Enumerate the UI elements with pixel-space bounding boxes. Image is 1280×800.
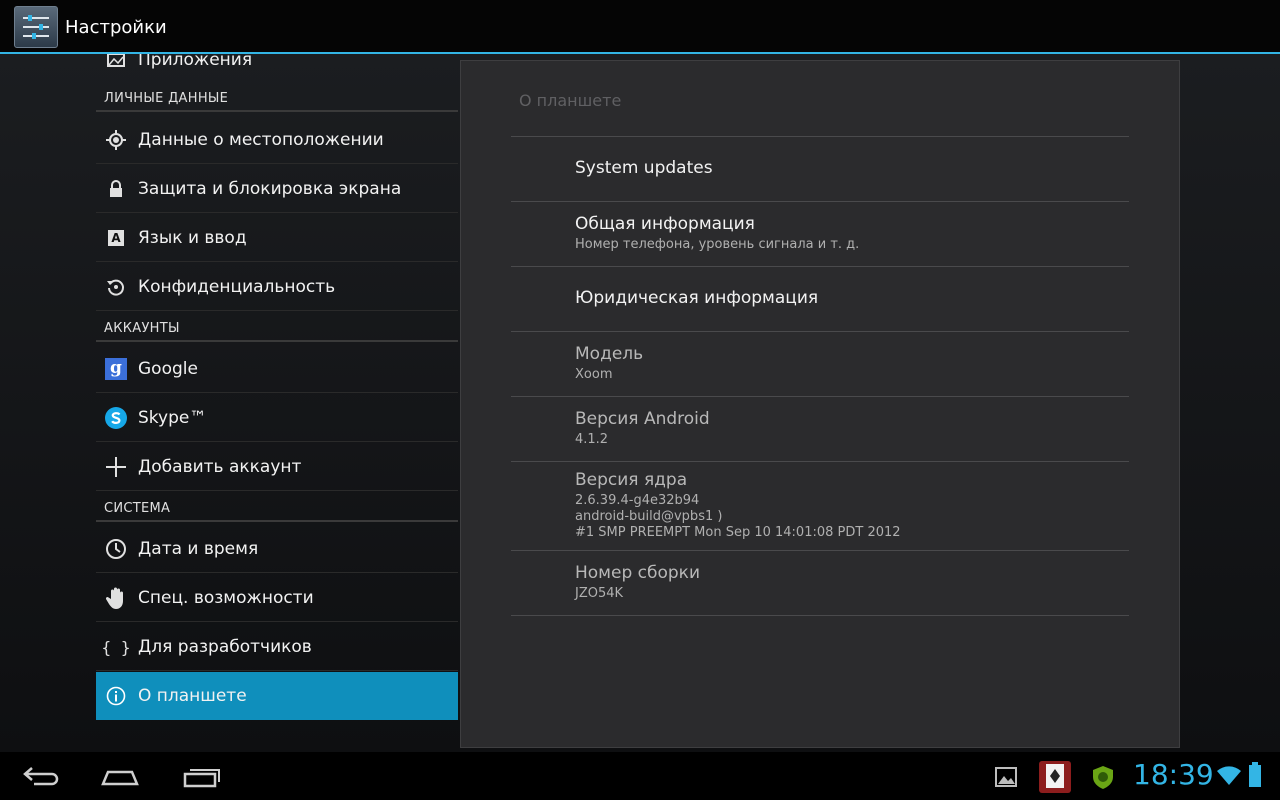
general-info-item[interactable]: Общая информация Номер телефона, уровень… — [575, 214, 859, 253]
apps-icon — [104, 54, 128, 72]
menu-item-apps[interactable]: Приложения — [96, 54, 458, 84]
menu-item-label: Конфиденциальность — [138, 277, 336, 297]
section-accounts: АККАУНТЫ — [96, 318, 458, 342]
home-icon — [101, 770, 139, 786]
menu-item-label: Для разработчиков — [138, 637, 312, 657]
screenshot-notification-icon[interactable] — [994, 766, 1018, 792]
menu-item-label: Skype™ — [138, 408, 207, 428]
menu-item-label: Спец. возможности — [138, 588, 314, 608]
panel-title: О планшете — [519, 91, 622, 110]
divider — [511, 266, 1129, 267]
menu-item-datetime[interactable]: Дата и время — [96, 525, 458, 573]
item-title: Версия ядра — [575, 470, 688, 490]
kernel-version-item: Версия ядра 2.6.39.4-g4e32b94 android-bu… — [575, 470, 901, 541]
wifi-icon — [1216, 766, 1242, 790]
item-summary: Xoom — [575, 367, 613, 382]
legal-info-item[interactable]: Юридическая информация — [575, 288, 818, 308]
item-summary: 2.6.39.4-g4e32b94 android-build@vpbs1 ) … — [575, 493, 901, 541]
kernel-line: #1 SMP PREEMPT Mon Sep 10 14:01:08 PDT 2… — [575, 525, 901, 540]
backup-restore-icon — [104, 275, 128, 299]
back-button[interactable] — [22, 762, 60, 794]
menu-item-privacy[interactable]: Конфиденциальность — [96, 263, 458, 311]
status-clock[interactable]: 18:39 — [1133, 758, 1214, 791]
item-title: Модель — [575, 344, 644, 364]
menu-item-language[interactable]: A Язык и ввод — [96, 214, 458, 262]
model-item: Модель Xoom — [575, 344, 643, 383]
lock-icon — [104, 177, 128, 201]
item-summary: Номер телефона, уровень сигнала и т. д. — [575, 237, 860, 252]
menu-item-label: Дата и время — [138, 539, 259, 559]
plus-icon — [104, 455, 128, 479]
about-panel: О планшете System updates Общая информац… — [460, 60, 1180, 748]
section-system: СИСТЕМА — [96, 498, 458, 522]
menu-item-google[interactable]: g Google — [96, 345, 458, 393]
android-shield-notification-icon[interactable] — [1090, 764, 1116, 794]
kernel-line: 2.6.39.4-g4e32b94 — [575, 493, 700, 508]
menu-item-label: Добавить аккаунт — [138, 457, 302, 477]
item-title: Общая информация — [575, 214, 755, 234]
item-title: System updates — [575, 158, 713, 178]
divider — [511, 550, 1129, 551]
clock-icon — [104, 537, 128, 561]
info-icon — [104, 684, 128, 708]
google-icon-letter: g — [105, 358, 127, 380]
kernel-line: android-build@vpbs1 ) — [575, 509, 723, 524]
svg-text:A: A — [111, 231, 121, 245]
divider — [511, 136, 1129, 137]
braces-icon-glyph: { } — [101, 637, 131, 657]
action-bar: Настройки — [0, 0, 1280, 54]
skype-icon — [104, 406, 128, 430]
divider — [511, 615, 1129, 616]
battery-icon — [1248, 762, 1262, 792]
menu-item-label: О планшете — [138, 686, 247, 706]
google-icon: g — [104, 357, 128, 381]
hand-icon — [104, 586, 128, 610]
divider — [511, 461, 1129, 462]
divider — [511, 396, 1129, 397]
app-title: Настройки — [65, 17, 167, 38]
settings-menu[interactable]: Приложения ЛИЧНЫЕ ДАННЫЕ Данные о местоп… — [96, 54, 458, 752]
braces-icon: { } — [101, 635, 131, 659]
menu-item-label: Данные о местоположении — [138, 130, 384, 150]
menu-item-skype[interactable]: Skype™ — [96, 394, 458, 442]
menu-item-label: Google — [138, 359, 198, 379]
menu-item-label: Защита и блокировка экрана — [138, 179, 402, 199]
build-number-item[interactable]: Номер сборки JZO54K — [575, 563, 700, 602]
menu-item-security[interactable]: Защита и блокировка экрана — [96, 165, 458, 213]
menu-item-label: Приложения — [138, 54, 253, 70]
location-icon — [104, 128, 128, 152]
item-title: Номер сборки — [575, 563, 701, 583]
section-personal: ЛИЧНЫЕ ДАННЫЕ — [96, 88, 458, 112]
menu-item-about[interactable]: О планшете — [96, 672, 458, 720]
recent-apps-icon — [183, 769, 220, 788]
android-version-item[interactable]: Версия Android 4.1.2 — [575, 409, 710, 448]
item-summary: 4.1.2 — [575, 432, 609, 447]
cards-app-notification-icon[interactable] — [1038, 760, 1072, 798]
menu-item-location[interactable]: Данные о местоположении — [96, 116, 458, 164]
settings-content: Приложения ЛИЧНЫЕ ДАННЫЕ Данные о местоп… — [0, 54, 1280, 752]
divider — [511, 331, 1129, 332]
divider — [511, 201, 1129, 202]
settings-app-icon[interactable] — [14, 6, 58, 48]
back-icon — [23, 767, 59, 786]
item-title: Версия Android — [575, 409, 710, 429]
keyboard-a-icon: A — [104, 226, 128, 250]
item-summary: JZO54K — [575, 586, 624, 601]
menu-item-label: Язык и ввод — [138, 228, 247, 248]
home-button[interactable] — [100, 762, 140, 794]
item-title: Юридическая информация — [575, 288, 819, 308]
menu-item-accessibility[interactable]: Спец. возможности — [96, 574, 458, 622]
menu-item-developer[interactable]: { } Для разработчиков — [96, 623, 458, 671]
recent-apps-button[interactable] — [182, 762, 222, 794]
system-updates-item[interactable]: System updates — [575, 158, 713, 178]
system-bar: 18:39 — [0, 752, 1280, 800]
menu-item-add-account[interactable]: Добавить аккаунт — [96, 443, 458, 491]
